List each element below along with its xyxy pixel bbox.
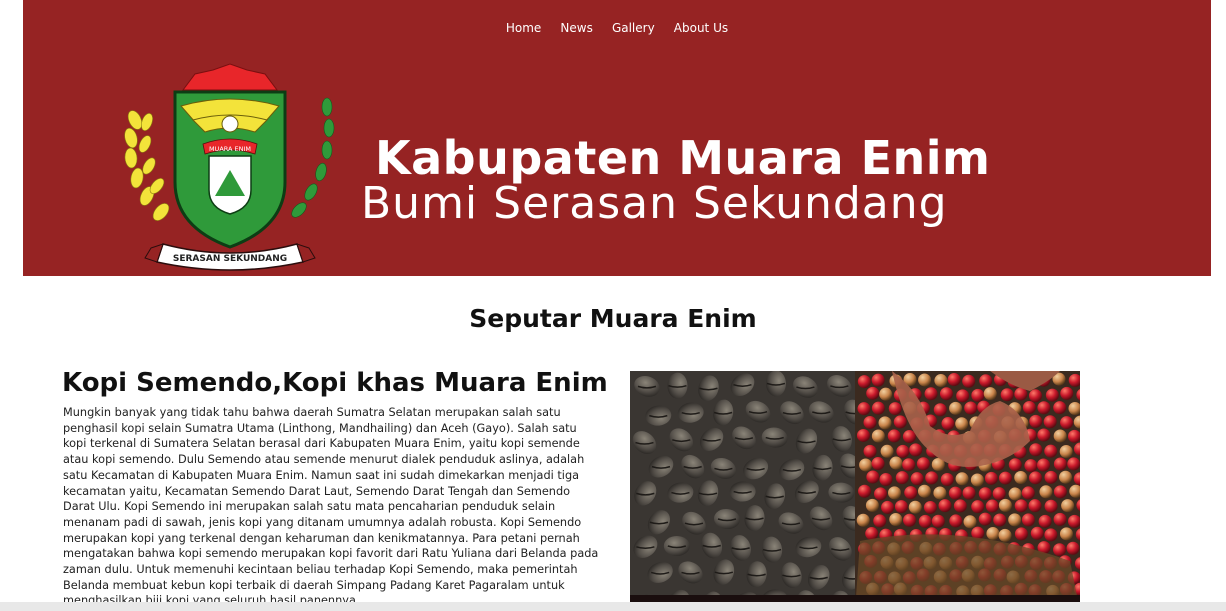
emblem-ribbon-text: SERASAN SEKUNDANG: [173, 254, 287, 264]
horizontal-scrollbar[interactable]: [0, 602, 1226, 611]
site-header: Home News Gallery About Us MUARA ENIM SE…: [23, 0, 1211, 276]
nav-gallery-link[interactable]: Gallery: [612, 21, 655, 35]
muara-enim-emblem-logo: MUARA ENIM SERASAN SEKUNDANG: [124, 63, 335, 271]
banner-subtitle: Bumi Serasan Sekundang: [361, 178, 948, 229]
emblem-top-text: MUARA ENIM: [209, 145, 251, 153]
article-title: Kopi Semendo,Kopi khas Muara Enim: [62, 368, 608, 398]
nav-home-link[interactable]: Home: [506, 21, 541, 35]
nav-about-us-link[interactable]: About Us: [674, 21, 728, 35]
coffee-photo-collage: [630, 371, 1080, 611]
section-title: Seputar Muara Enim: [469, 304, 757, 333]
banner-title: Kabupaten Muara Enim: [375, 131, 991, 185]
article-image: [630, 371, 1080, 611]
nav-news-link[interactable]: News: [560, 21, 592, 35]
article-body: Mungkin banyak yang tidak tahu bahwa dae…: [63, 406, 599, 608]
main-nav: Home News Gallery About Us: [23, 17, 1211, 36]
